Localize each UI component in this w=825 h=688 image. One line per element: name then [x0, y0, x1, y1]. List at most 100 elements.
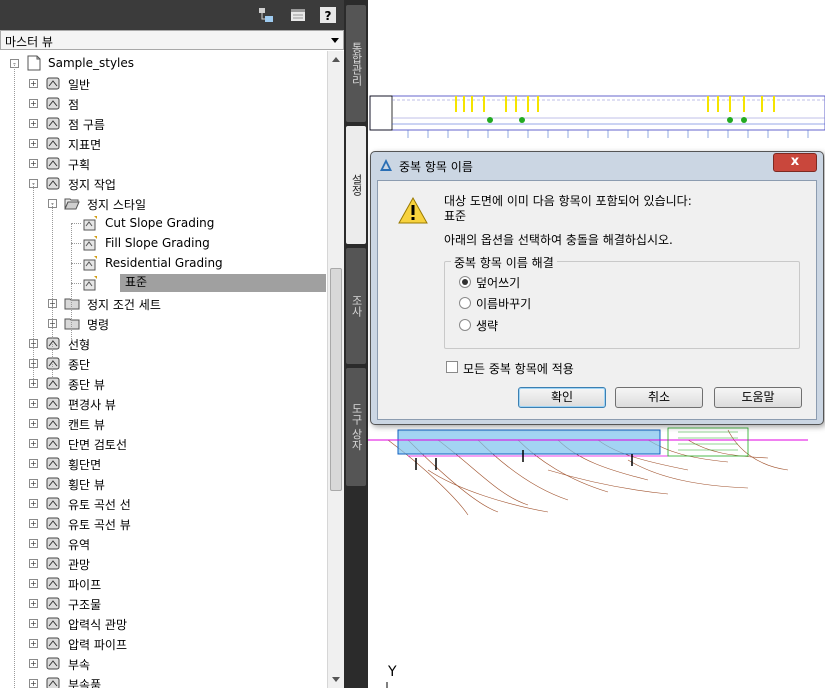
expand-icon[interactable]: +: [29, 399, 38, 408]
overwrite-label[interactable]: 덮어쓰기: [476, 274, 520, 291]
tree-item[interactable]: + 종단 뷰: [0, 373, 327, 393]
tree-item[interactable]: + 정지 조건 세트: [0, 293, 327, 313]
tree-item[interactable]: + 선형: [0, 333, 327, 353]
tree-item[interactable]: + 구획: [0, 153, 327, 173]
tree-item[interactable]: + 압력 파이프: [0, 633, 327, 653]
skip-radio[interactable]: [459, 319, 471, 331]
tree-item-label[interactable]: 유토 곡선 선: [68, 496, 131, 513]
tree-item[interactable]: + 압력식 관망: [0, 613, 327, 633]
tree-item[interactable]: + 종단: [0, 353, 327, 373]
expand-icon[interactable]: +: [29, 639, 38, 648]
tree-item[interactable]: + 명령: [0, 313, 327, 333]
scroll-down-icon[interactable]: [328, 671, 344, 688]
tree-item[interactable]: + 부속: [0, 653, 327, 673]
tree-item[interactable]: + 구조물: [0, 593, 327, 613]
help-icon[interactable]: ?: [320, 7, 336, 23]
tree-item[interactable]: + 유토 곡선 뷰: [0, 513, 327, 533]
close-button[interactable]: x: [773, 153, 817, 172]
tree-item[interactable]: Fill Slope Grading: [0, 233, 327, 253]
tree-item[interactable]: + 캔트 뷰: [0, 413, 327, 433]
expand-icon[interactable]: +: [29, 599, 38, 608]
tree-item-label[interactable]: 관망: [68, 556, 90, 573]
tree-item[interactable]: + 유역: [0, 533, 327, 553]
tree-item-label[interactable]: 유토 곡선 뷰: [68, 516, 131, 533]
tree-item[interactable]: + 횡단 뷰: [0, 473, 327, 493]
expand-icon[interactable]: +: [29, 439, 38, 448]
apply-all-label[interactable]: 모든 중복 항목에 적용: [463, 360, 574, 377]
overwrite-radio[interactable]: [459, 276, 471, 288]
tree-item[interactable]: - 정지 스타일: [0, 193, 327, 213]
tree-item[interactable]: + 점: [0, 93, 327, 113]
skip-label[interactable]: 생략: [476, 317, 498, 334]
expand-icon[interactable]: +: [29, 499, 38, 508]
tree-item[interactable]: Residential Grading: [0, 253, 327, 273]
tree-item-label[interactable]: 단면 검토선: [68, 436, 127, 453]
chevron-down-icon[interactable]: [331, 38, 339, 43]
tree-item[interactable]: + 횡단면: [0, 453, 327, 473]
help-button[interactable]: 도움말: [714, 387, 802, 408]
expand-icon[interactable]: +: [29, 119, 38, 128]
tree-item-label[interactable]: 종단 뷰: [68, 376, 105, 393]
tree-item[interactable]: + 부속품: [0, 673, 327, 688]
tree-item-label[interactable]: 지표면: [68, 136, 101, 153]
expand-icon[interactable]: +: [29, 579, 38, 588]
tree-item-label[interactable]: 정지 조건 세트: [87, 296, 161, 313]
tree-item[interactable]: Cut Slope Grading: [0, 213, 327, 233]
expand-icon[interactable]: +: [29, 659, 38, 668]
tree-item-label[interactable]: 캔트 뷰: [68, 416, 105, 433]
tree-item-label[interactable]: 정지 스타일: [87, 196, 146, 213]
tree-item[interactable]: + 파이프: [0, 573, 327, 593]
tree-item-label[interactable]: 구조물: [68, 596, 101, 613]
rename-label[interactable]: 이름바꾸기: [476, 295, 531, 312]
tree-item-label[interactable]: 부속: [68, 656, 90, 673]
expand-icon[interactable]: +: [29, 99, 38, 108]
tree-item-label[interactable]: Fill Slope Grading: [105, 236, 210, 250]
expand-icon[interactable]: +: [29, 559, 38, 568]
tree-item-label[interactable]: 부속품: [68, 676, 101, 688]
tab-toolbox[interactable]: 도구 상자: [346, 368, 366, 486]
tree-item[interactable]: + 유토 곡선 선: [0, 493, 327, 513]
tree-item[interactable]: 표준: [0, 273, 327, 293]
tree-view-toggle-icon[interactable]: [258, 7, 274, 23]
tree-item-label[interactable]: Residential Grading: [105, 256, 223, 270]
tree-item-label[interactable]: 횡단면: [68, 456, 101, 473]
tree-item-label[interactable]: 정지 작업: [68, 176, 116, 193]
expand-icon[interactable]: +: [29, 679, 38, 688]
tree-item-label[interactable]: 편경사 뷰: [68, 396, 116, 413]
tree-item-label[interactable]: 점: [68, 96, 79, 113]
ok-button[interactable]: 확인: [518, 387, 606, 408]
tree-item[interactable]: + 관망: [0, 553, 327, 573]
tree-item[interactable]: + 점 구름: [0, 113, 327, 133]
tree-item-label[interactable]: 점 구름: [68, 116, 105, 133]
tree-item-label[interactable]: 압력식 관망: [68, 616, 127, 633]
cancel-button[interactable]: 취소: [615, 387, 703, 408]
tree-item[interactable]: - 정지 작업: [0, 173, 327, 193]
tree-scrollbar[interactable]: [327, 51, 344, 688]
expand-icon[interactable]: +: [29, 519, 38, 528]
tree-item-label[interactable]: Sample_styles: [48, 56, 134, 70]
tree-item[interactable]: - Sample_styles: [0, 53, 327, 73]
tab-survey[interactable]: 조사: [346, 248, 366, 364]
tree-item-label[interactable]: 횡단 뷰: [68, 476, 105, 493]
tree-item-label[interactable]: 종단: [68, 356, 90, 373]
tree-item-label[interactable]: 구획: [68, 156, 90, 173]
view-selector-dropdown[interactable]: 마스터 뷰: [0, 30, 344, 50]
tab-prospector[interactable]: 통합관리: [346, 5, 366, 122]
tree-item-label[interactable]: 유역: [68, 536, 90, 553]
scroll-thumb[interactable]: [330, 268, 342, 491]
scroll-up-icon[interactable]: [328, 51, 344, 68]
apply-all-checkbox[interactable]: [446, 361, 458, 373]
expand-icon[interactable]: +: [29, 539, 38, 548]
tree-item[interactable]: + 단면 검토선: [0, 433, 327, 453]
item-view-icon[interactable]: [290, 7, 306, 23]
tree-item-label[interactable]: 표준: [120, 274, 326, 292]
expand-icon[interactable]: +: [29, 139, 38, 148]
expand-icon[interactable]: +: [29, 159, 38, 168]
expand-icon[interactable]: +: [29, 419, 38, 428]
tree-item-label[interactable]: Cut Slope Grading: [105, 216, 214, 230]
tab-settings[interactable]: 설정: [346, 126, 366, 244]
expand-icon[interactable]: +: [29, 79, 38, 88]
rename-radio[interactable]: [459, 297, 471, 309]
tree-item-label[interactable]: 일반: [68, 76, 90, 93]
tree-item[interactable]: + 편경사 뷰: [0, 393, 327, 413]
